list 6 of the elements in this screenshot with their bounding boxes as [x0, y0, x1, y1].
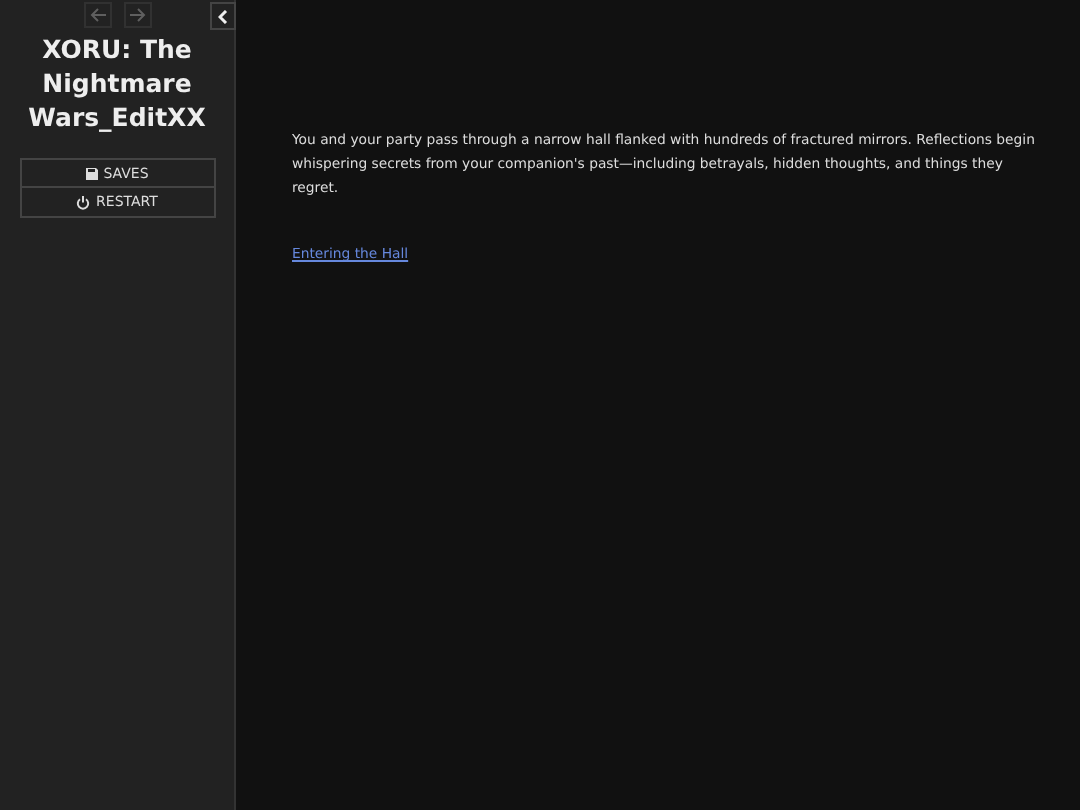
chevron-left-icon [218, 9, 228, 23]
right-arrow-icon [129, 8, 145, 22]
story-title: XORU: The Nightmare Wars_EditXX [26, 32, 208, 134]
left-arrow-icon [89, 8, 105, 22]
collapse-sidebar-button[interactable] [210, 2, 236, 30]
power-icon [76, 195, 91, 209]
